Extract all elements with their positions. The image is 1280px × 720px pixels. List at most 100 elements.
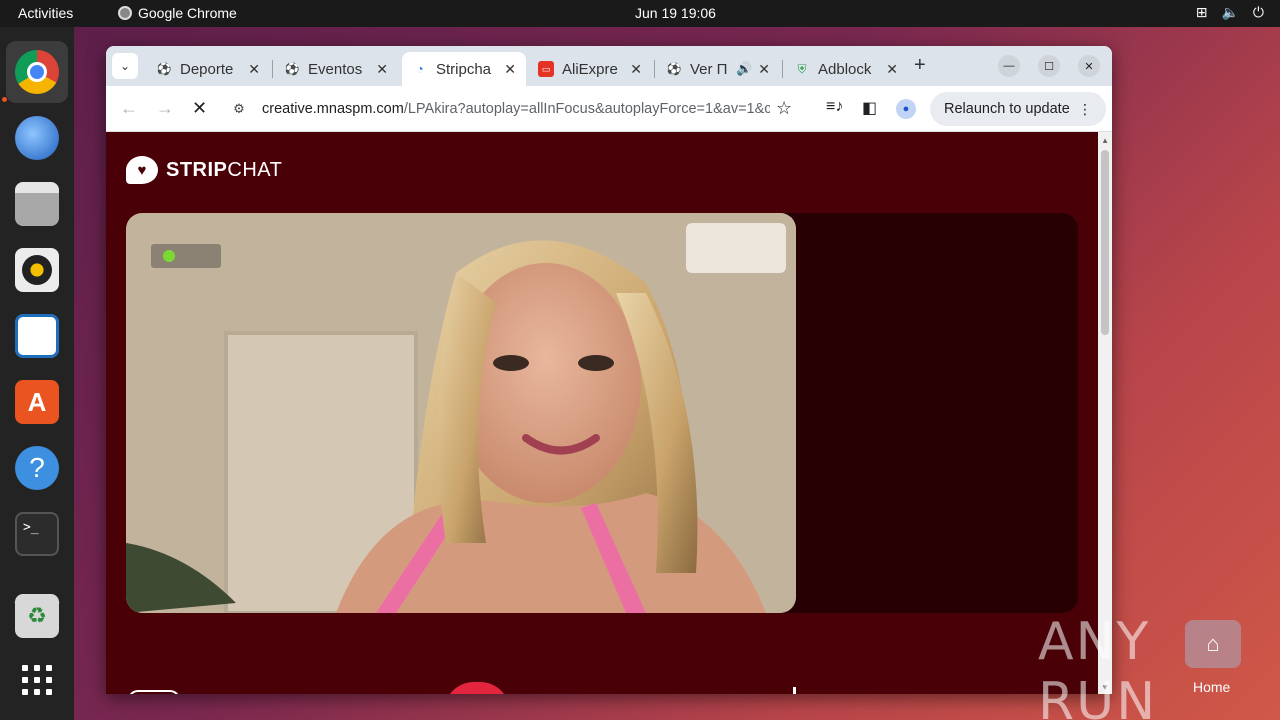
tab-eventos[interactable]: ⚽ Eventos ✕: [274, 52, 398, 86]
tab-title: AliExpre: [562, 60, 618, 78]
tab-separator: [654, 60, 655, 78]
tab-strip: ⌄ ⚽ Deporte ✕ ⚽ Eventos ✕ ◔ Stripcha ✕ ▭…: [106, 46, 1112, 86]
video-frame-image: [126, 213, 796, 613]
relaunch-to-update-button[interactable]: Relaunch to update ⋮: [930, 92, 1106, 126]
stop-loading-button[interactable]: ✕: [192, 98, 207, 119]
soccer-ball-icon: ⚽: [666, 62, 682, 76]
dock-rhythmbox[interactable]: [6, 239, 68, 301]
dock-app-center[interactable]: A: [6, 371, 68, 433]
tab-title: Deporte: [180, 60, 234, 78]
heart-icon[interactable]: [444, 682, 510, 694]
app-menu[interactable]: Google Chrome: [118, 5, 237, 21]
new-tab-button[interactable]: +: [914, 54, 926, 77]
live-status-badge: [151, 244, 221, 268]
gnome-top-bar: Activities Google Chrome Jun 19 19:06 ⊞ …: [0, 0, 1280, 27]
close-icon[interactable]: ✕: [886, 61, 898, 78]
tab-title: Ver Π: [690, 60, 728, 78]
tab-aliexpress[interactable]: ▭ AliExpre ✕: [528, 52, 652, 86]
close-icon[interactable]: ✕: [248, 61, 260, 78]
dock-terminal[interactable]: >_: [6, 503, 68, 565]
app-center-icon: A: [15, 380, 59, 424]
anyrun-watermark: ANY RUN: [1038, 612, 1158, 720]
site-settings-icon[interactable]: ⚙: [224, 101, 254, 117]
chrome-icon: [118, 6, 132, 20]
stripchat-logo[interactable]: ♥ STRIPCHAT: [126, 156, 282, 184]
aliexpress-icon: ▭: [538, 61, 554, 77]
profile-avatar[interactable]: ●: [896, 99, 916, 119]
show-apps-button[interactable]: [6, 649, 68, 711]
tab-deporte[interactable]: ⚽ Deporte ✕: [146, 52, 270, 86]
tab-separator: [782, 60, 783, 78]
partial-indicator: [793, 687, 796, 694]
more-options-icon[interactable]: ⋮: [1078, 101, 1092, 118]
video-player[interactable]: [126, 213, 1078, 613]
person-icon: ●: [902, 103, 910, 115]
tab-ver[interactable]: ⚽ Ver Π 🔊 ✕: [656, 52, 780, 86]
maximize-button[interactable]: ☐: [1038, 55, 1060, 77]
forward-button[interactable]: →: [156, 98, 174, 119]
tab-title: Adblock: [818, 60, 872, 78]
logo-bubble-icon: ♥: [126, 156, 158, 184]
activities-button[interactable]: Activities: [18, 5, 73, 21]
volume-icon: 🔈: [1221, 4, 1239, 20]
close-icon: ✕: [1084, 60, 1094, 73]
url-host: creative.mnaspm.com: [262, 101, 404, 117]
page-content: ♥ STRIPCHAT ▲ ▼: [106, 132, 1112, 694]
minimize-button[interactable]: —: [998, 55, 1020, 77]
app-name: Google Chrome: [138, 5, 237, 21]
page-scrollbar[interactable]: ▲ ▼: [1098, 132, 1112, 694]
live-video-stream[interactable]: [126, 213, 796, 613]
chevron-down-icon: ⌄: [119, 59, 131, 73]
tab-adblock[interactable]: ⛨ Adblock ✕: [784, 52, 908, 86]
minimize-icon: —: [1003, 60, 1015, 72]
partial-button-outline[interactable]: [128, 690, 180, 694]
address-bar[interactable]: ⚙ creative.mnaspm.com/LPAkira?autoplay=a…: [224, 92, 784, 126]
scroll-up-arrow-icon[interactable]: ▲: [1101, 136, 1109, 145]
dock-trash[interactable]: ♻: [6, 585, 68, 647]
home-folder-icon[interactable]: ⌂: [1185, 620, 1241, 668]
chrome-icon: [15, 50, 59, 94]
close-window-button[interactable]: ✕: [1078, 55, 1100, 77]
tab-title: Stripcha: [436, 60, 492, 78]
dock-chrome[interactable]: [6, 41, 68, 103]
speaker-icon: [15, 248, 59, 292]
folder-icon: [15, 182, 59, 226]
system-tray[interactable]: ⊞ 🔈 ⏻: [1196, 4, 1264, 21]
terminal-icon: >_: [15, 512, 59, 556]
scroll-thumb[interactable]: [1101, 150, 1109, 335]
chrome-window: ⌄ ⚽ Deporte ✕ ⚽ Eventos ✕ ◔ Stripcha ✕ ▭…: [106, 46, 1112, 694]
writer-icon: [15, 314, 59, 358]
network-icon: ⊞: [1195, 4, 1208, 20]
side-panel-icon[interactable]: ◧: [862, 98, 877, 118]
relaunch-label: Relaunch to update: [944, 101, 1070, 117]
media-controls-icon[interactable]: ≡♪: [826, 98, 843, 116]
close-icon[interactable]: ✕: [758, 61, 770, 78]
dock-help[interactable]: ?: [6, 437, 68, 499]
power-icon: ⏻: [1252, 4, 1264, 20]
online-dot-icon: [163, 250, 175, 262]
loading-spinner-icon: ◔: [416, 62, 424, 76]
tab-search-button[interactable]: ⌄: [112, 53, 138, 79]
bookmark-star-icon[interactable]: ☆: [776, 98, 792, 119]
dock-thunderbird[interactable]: [6, 107, 68, 169]
dock-files[interactable]: [6, 173, 68, 235]
thunderbird-icon: [15, 116, 59, 160]
tab-title: Eventos: [308, 60, 363, 78]
help-icon: ?: [15, 446, 59, 490]
close-icon[interactable]: ✕: [376, 61, 388, 78]
audio-playing-icon[interactable]: 🔊: [736, 61, 752, 77]
clock[interactable]: Jun 19 19:06: [635, 5, 716, 21]
grid-icon: [22, 665, 52, 695]
browser-toolbar: ← → ✕ ⚙ creative.mnaspm.com/LPAkira?auto…: [106, 86, 1112, 132]
logo-text: STRIPCHAT: [166, 158, 283, 181]
close-icon[interactable]: ✕: [504, 61, 516, 78]
url-path: /LPAkira?autoplay=allInFocus&autoplayFor…: [403, 101, 770, 117]
home-folder-label: Home: [1193, 679, 1231, 695]
dock: A ? >_ ♻: [0, 27, 74, 720]
close-icon[interactable]: ✕: [630, 61, 642, 78]
dock-libreoffice-writer[interactable]: [6, 305, 68, 367]
back-button[interactable]: ←: [120, 98, 138, 119]
url-text[interactable]: creative.mnaspm.com/LPAkira?autoplay=all…: [262, 101, 770, 117]
tab-separator: [272, 60, 273, 78]
tab-stripchat[interactable]: ◔ Stripcha ✕: [402, 52, 526, 86]
